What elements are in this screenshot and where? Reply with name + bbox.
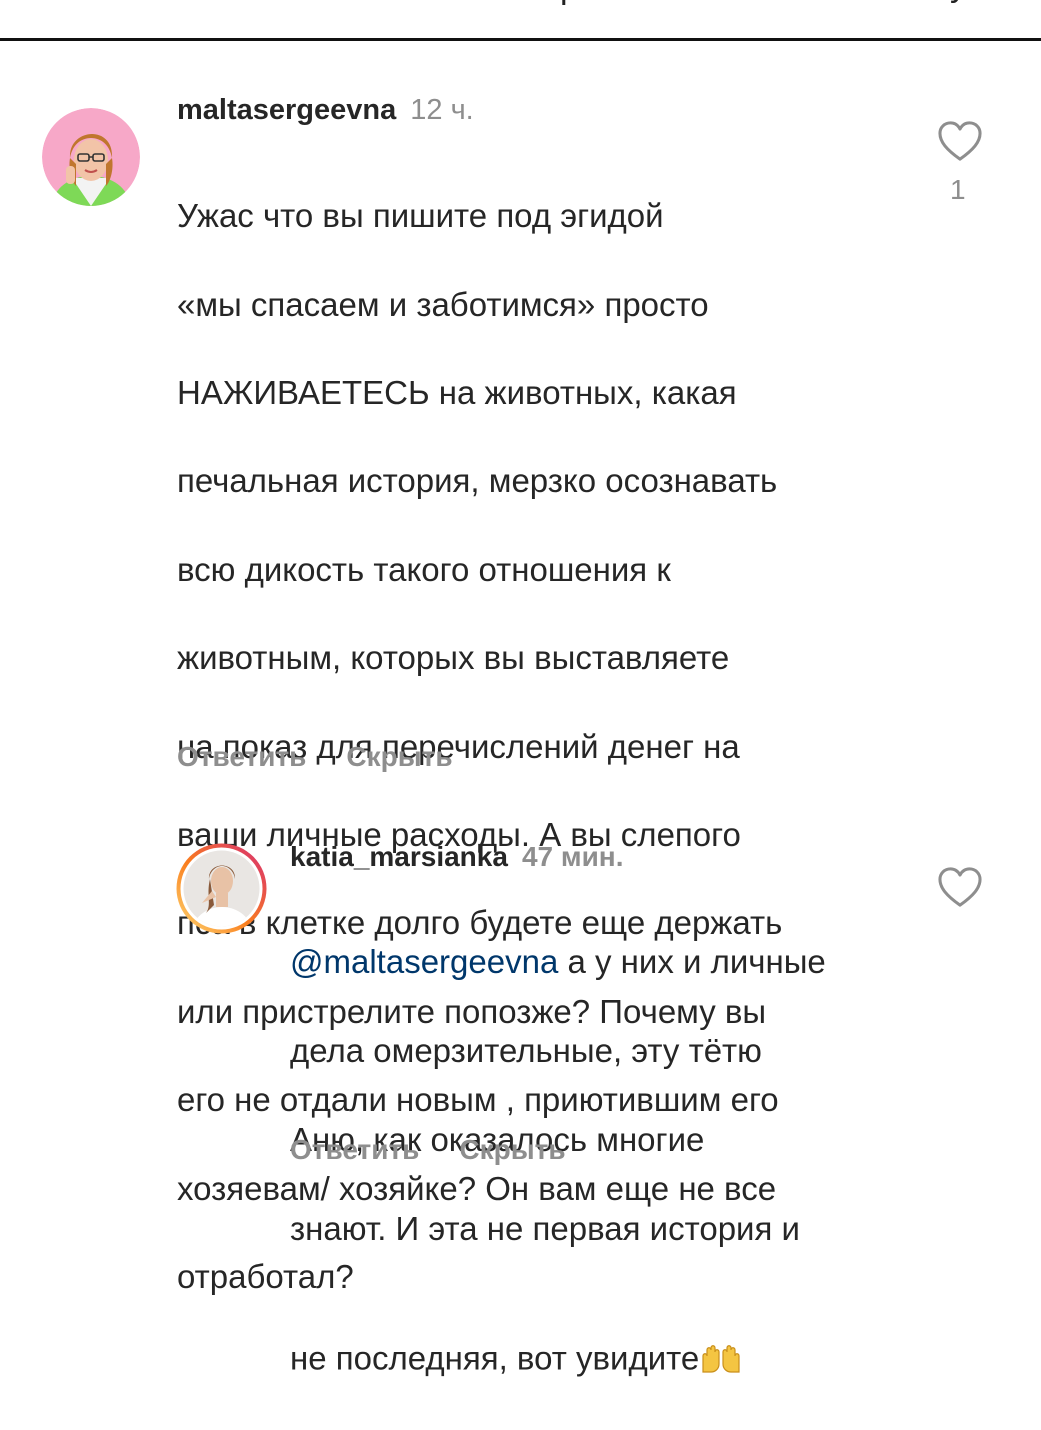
header-divider xyxy=(0,38,1041,41)
comment-line: НАЖИВАЕТЕСЬ на животных, какая xyxy=(177,374,737,412)
raising-hands-emoji-icon xyxy=(699,1296,743,1385)
header-title-fragment: р xyxy=(560,0,579,7)
like-button[interactable] xyxy=(937,120,983,162)
comment-line: @maltasergeevna а у них и личные xyxy=(290,940,930,985)
avatar[interactable] xyxy=(176,843,267,934)
comment-meta: maltasergeevna 12 ч. xyxy=(177,93,474,127)
comment-line: Ужас что вы пишите под эгидой xyxy=(177,197,664,235)
heart-outline-icon xyxy=(938,121,982,161)
heart-outline-icon xyxy=(938,867,982,907)
comment-actions: Ответить Скрыть xyxy=(177,740,453,774)
avatar-image xyxy=(176,843,267,934)
reply-button[interactable]: Ответить xyxy=(177,740,306,774)
comment-line: не последняя, вот увидите xyxy=(290,1296,930,1385)
comment-line: печальная история, мерзко осознавать xyxy=(177,462,778,500)
comment-line: «мы спасаем и заботимся» просто xyxy=(177,285,709,323)
hide-button[interactable]: Скрыть xyxy=(346,740,452,774)
comment-actions: Ответить Скрыть xyxy=(290,1133,566,1167)
header-icon-fragment[interactable]: у xyxy=(950,0,967,5)
avatar[interactable] xyxy=(42,108,140,206)
comment-line: всю дикость такого отношения к xyxy=(177,550,671,588)
like-button[interactable] xyxy=(937,866,983,908)
comment-line: дела омерзительные, эту тётю xyxy=(290,1031,762,1069)
username[interactable]: katia_marsianka xyxy=(290,841,508,872)
comment-line-rest: а у них и личные xyxy=(558,942,826,980)
hide-button[interactable]: Скрыть xyxy=(459,1133,565,1167)
comment-line: знают. И эта не первая история и xyxy=(290,1210,800,1248)
timestamp: 47 мин. xyxy=(521,841,624,872)
mention-link[interactable]: @maltasergeevna xyxy=(290,943,558,980)
timestamp: 12 ч. xyxy=(410,94,474,126)
comment-line-text: не последняя, вот увидите xyxy=(290,1339,700,1377)
reply-button[interactable]: Ответить xyxy=(290,1133,419,1167)
avatar-image xyxy=(42,108,140,206)
like-count[interactable]: 1 xyxy=(950,174,966,206)
comment-line: животным, которых вы выставляете xyxy=(177,639,730,677)
username[interactable]: maltasergeevna xyxy=(177,94,396,126)
comment-meta: katia_marsianka 47 мин. xyxy=(290,840,623,874)
top-bar: р у xyxy=(0,0,1041,40)
